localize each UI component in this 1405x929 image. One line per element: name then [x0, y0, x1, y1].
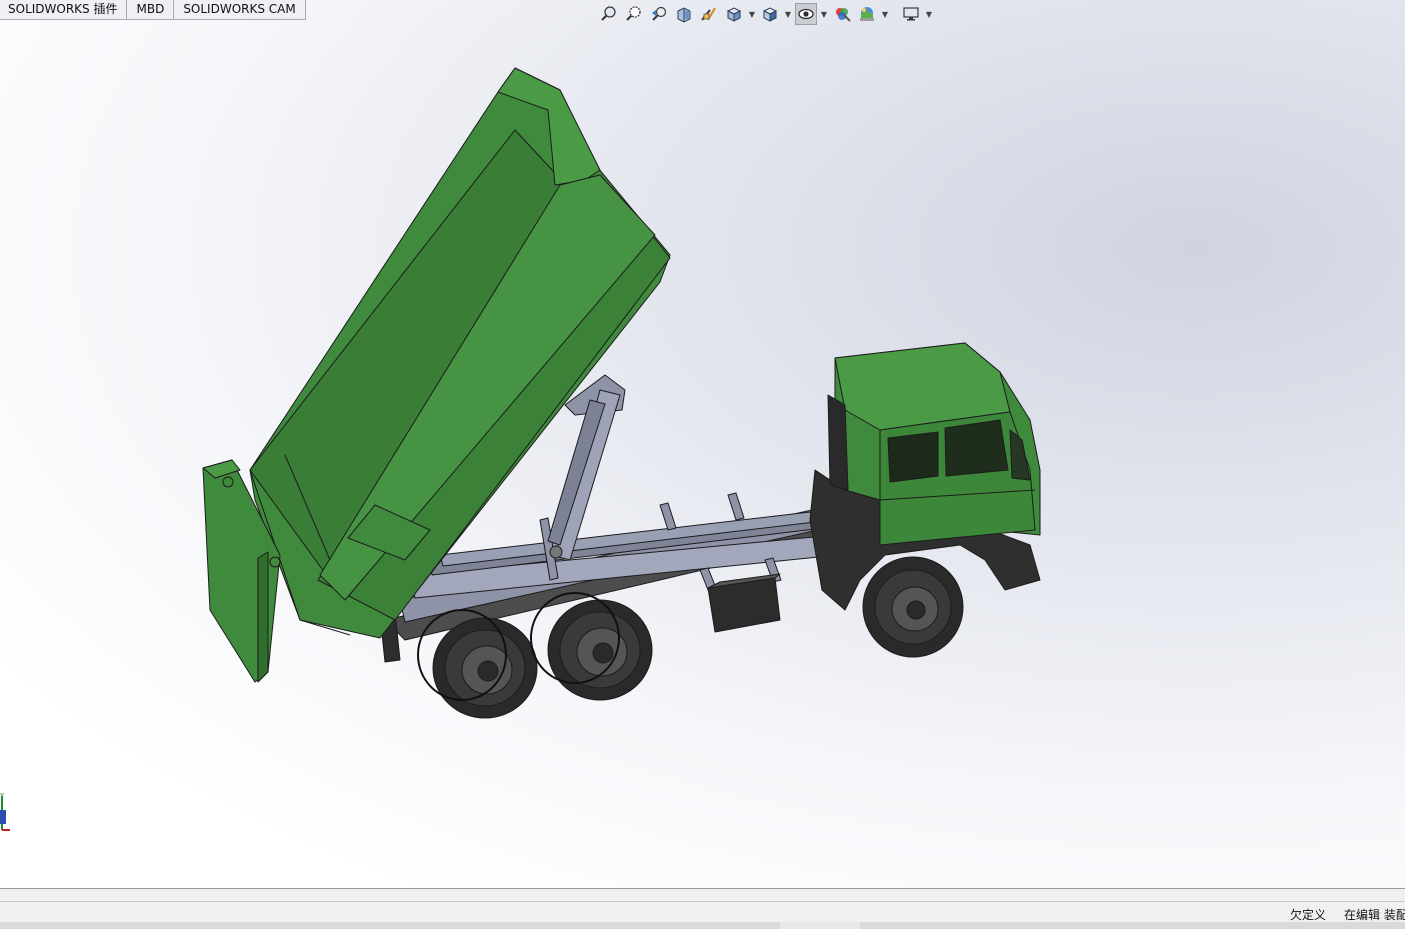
- svg-text:Y: Y: [0, 792, 5, 800]
- front-wheel: [862, 556, 964, 658]
- zoom-to-fit-icon[interactable]: [598, 3, 620, 25]
- zoom-to-area-icon[interactable]: [623, 3, 645, 25]
- previous-view-icon[interactable]: [648, 3, 670, 25]
- command-manager-tabs: SOLIDWORKS 插件 MBD SOLIDWORKS CAM: [0, 0, 306, 20]
- dump-truck-model[interactable]: [0, 0, 1405, 888]
- status-bar: 欠定义 在编辑 装配: [0, 888, 1405, 929]
- graphics-viewport[interactable]: SOLIDWORKS 插件 MBD SOLIDWORKS CAM ▼ ▼ ▼ ▼…: [0, 0, 1405, 888]
- hide-show-dropdown-icon[interactable]: ▼: [820, 3, 828, 25]
- definition-status: 欠定义: [1290, 908, 1327, 922]
- apply-scene-dropdown-icon[interactable]: ▼: [881, 3, 889, 25]
- view-settings-icon[interactable]: [900, 3, 922, 25]
- tab-mbd[interactable]: MBD: [127, 0, 175, 20]
- apply-scene-icon[interactable]: [856, 3, 878, 25]
- display-style-icon[interactable]: [759, 3, 781, 25]
- dynamic-annotation-icon[interactable]: [698, 3, 720, 25]
- view-orientation-dropdown-icon[interactable]: ▼: [748, 3, 756, 25]
- edit-mode-status: 在编辑 装配: [1344, 908, 1405, 922]
- hide-show-items-icon[interactable]: [795, 3, 817, 25]
- tab-solidworks-addins[interactable]: SOLIDWORKS 插件: [0, 0, 128, 20]
- edit-appearance-icon[interactable]: [831, 3, 853, 25]
- tab-solidworks-cam[interactable]: SOLIDWORKS CAM: [174, 0, 306, 20]
- heads-up-view-toolbar: ▼ ▼ ▼ ▼ ▼: [598, 2, 933, 26]
- status-divider: [0, 901, 1405, 902]
- reference-triad-icon: Y: [0, 790, 12, 834]
- section-view-icon[interactable]: [673, 3, 695, 25]
- rear-wheel-2: [530, 592, 653, 701]
- display-style-dropdown-icon[interactable]: ▼: [784, 3, 792, 25]
- view-settings-dropdown-icon[interactable]: ▼: [925, 3, 933, 25]
- battery-box: [707, 573, 781, 633]
- view-orientation-icon[interactable]: [723, 3, 745, 25]
